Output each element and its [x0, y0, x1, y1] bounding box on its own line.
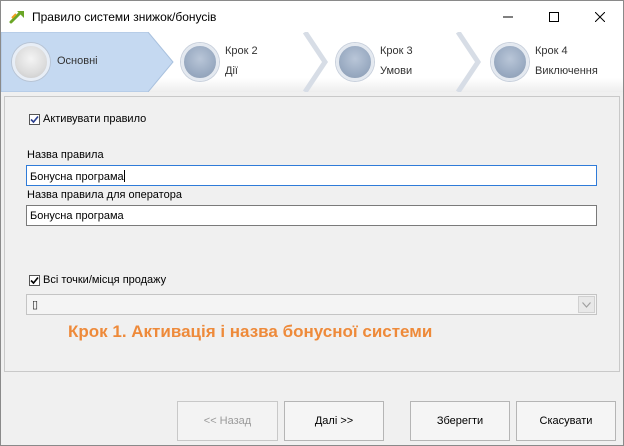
- close-button[interactable]: [577, 1, 623, 32]
- maximize-icon: [549, 11, 559, 22]
- all-points-checkbox[interactable]: [29, 275, 40, 286]
- close-icon: [595, 11, 605, 22]
- checkmark-icon: [30, 115, 39, 124]
- minimize-button[interactable]: [485, 1, 531, 32]
- all-points-label: Всі точки/місця продажу: [43, 274, 167, 286]
- step-2-actions[interactable]: Крок 2 Дії: [177, 32, 307, 92]
- app-arrow-icon: [9, 8, 27, 24]
- step-2-circle-icon: [181, 43, 219, 81]
- maximize-button[interactable]: [531, 1, 577, 32]
- wizard-steps: Основні Крок 2 Дії Крок 3 Умови Крок 4 В…: [1, 32, 623, 92]
- step-1-basics[interactable]: Основні: [1, 32, 171, 92]
- step-2-number: Крок 2: [225, 45, 258, 57]
- step-hint-text: Крок 1. Активація і назва бонусної систе…: [68, 322, 433, 341]
- step-3-conditions[interactable]: Крок 3 Умови: [332, 32, 457, 92]
- save-button[interactable]: Зберегти: [410, 401, 510, 441]
- text-caret: [123, 170, 125, 182]
- title-bar: Правило системи знижок/бонусів: [1, 1, 623, 32]
- step-1-circle-icon: [12, 43, 50, 81]
- step-3-circle-icon: [336, 43, 374, 81]
- step-1-label: Основні: [57, 55, 98, 67]
- step-4-exclusions[interactable]: Крок 4 Виключення: [487, 32, 622, 92]
- back-button[interactable]: << Назад: [177, 401, 278, 441]
- step-3-number: Крок 3: [380, 45, 413, 57]
- next-button[interactable]: Далі >>: [284, 401, 384, 441]
- cancel-button[interactable]: Скасувати: [516, 401, 616, 441]
- activate-rule-checkbox[interactable]: [29, 114, 40, 125]
- sales-points-dropdown[interactable]: ▯: [26, 294, 597, 315]
- sales-points-value: ▯: [32, 299, 39, 311]
- rule-name-label: Назва правила: [27, 149, 104, 161]
- step-3-label: Умови: [380, 65, 413, 77]
- window-title: Правило системи знижок/бонусів: [32, 10, 217, 24]
- step-2-label: Дії: [225, 65, 238, 77]
- chevron-down-icon: [582, 301, 591, 308]
- dialog-window: Правило системи знижок/бонусів Основні К…: [0, 0, 624, 446]
- step-4-label: Виключення: [535, 65, 598, 77]
- rule-name-input[interactable]: Бонусна програма: [26, 165, 597, 186]
- minimize-icon: [503, 16, 513, 17]
- activate-rule-label: Активувати правило: [43, 113, 147, 125]
- step-4-number: Крок 4: [535, 45, 568, 57]
- operator-name-input[interactable]: Бонусна програма: [26, 205, 597, 226]
- form-panel: Активувати правило Назва правила Бонусна…: [4, 96, 620, 372]
- checkmark-icon: [30, 276, 39, 285]
- step-separator-chevron-icon: [456, 32, 482, 92]
- step-4-circle-icon: [491, 43, 529, 81]
- dropdown-button[interactable]: [578, 296, 595, 313]
- operator-name-label: Назва правила для оператора: [27, 189, 182, 201]
